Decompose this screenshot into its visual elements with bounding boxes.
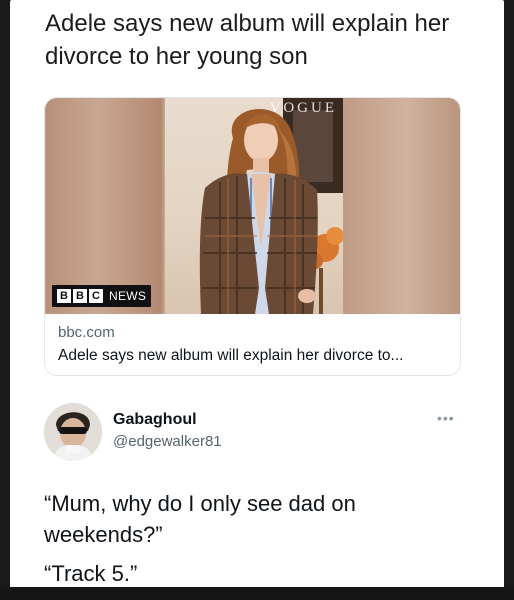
tweet-text-line1: “Mum, why do I only see dad on weekends?… [44, 491, 356, 547]
author-handle[interactable]: @edgewalker81 [113, 433, 222, 450]
post-headline: Adele says new album will explain her di… [45, 10, 450, 70]
bottom-edge [0, 587, 514, 600]
magazine-cover-illustration [199, 98, 343, 314]
avatar-illustration [44, 403, 102, 461]
bbc-news-label: NEWS [109, 289, 147, 303]
bbc-letter-b2: B [73, 289, 87, 303]
tweet-text-line2: “Track 5.” [44, 561, 138, 586]
thumbnail-blur-left [45, 98, 163, 314]
link-preview-card[interactable]: VOGUE B B C NEWS bbc.com Adele says new … [44, 97, 461, 376]
bbc-news-badge: B B C NEWS [52, 285, 152, 307]
magazine-masthead: VOGUE [269, 100, 337, 116]
more-horizontal-icon[interactable]: ••• [437, 410, 455, 426]
bbc-letter-b1: B [57, 289, 71, 303]
link-domain: bbc.com [58, 324, 115, 341]
avatar[interactable] [44, 403, 102, 461]
bbc-letter-c: C [89, 289, 103, 303]
thumbnail-photo: VOGUE [165, 98, 343, 314]
thumbnail-blur-right [342, 98, 460, 314]
link-thumbnail[interactable]: VOGUE B B C NEWS [45, 98, 460, 314]
author-name[interactable]: Gabaghoul [113, 411, 197, 429]
link-title[interactable]: Adele says new album will explain her di… [58, 347, 403, 365]
post-card: Adele says new album will explain her di… [10, 0, 504, 600]
